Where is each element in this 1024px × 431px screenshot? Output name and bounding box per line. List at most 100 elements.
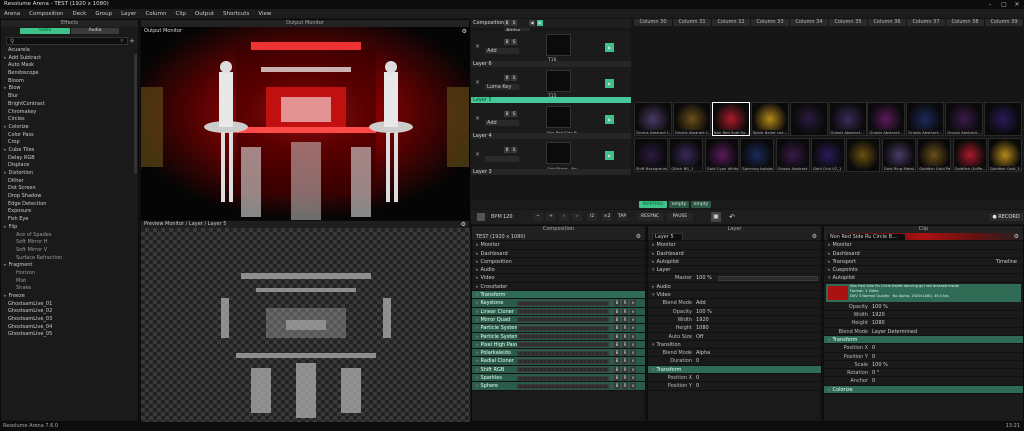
effect-shift-rgb[interactable]: ▸ Shift RGB B R × — [472, 365, 645, 375]
effect-item[interactable]: Circles — [1, 116, 138, 124]
close-icon[interactable]: × — [475, 115, 480, 122]
clip-thumbnail[interactable]: Goldfish GldPe... — [952, 138, 987, 172]
property-value[interactable]: 0 — [696, 358, 699, 364]
property-value[interactable]: 1080 — [696, 325, 709, 331]
clip-thumbnail[interactable]: Goldfish Gold Pe... — [917, 138, 952, 172]
add-icon[interactable]: + — [129, 37, 135, 45]
section-colorize[interactable]: ▸ Colorize — [824, 385, 1023, 395]
layer-thumbnail[interactable] — [546, 142, 571, 164]
effect-pixel-high-pass[interactable]: ▸ Pixel High Pass B R × — [472, 340, 645, 350]
layer-play-button[interactable]: ▶ — [605, 151, 614, 160]
comp-bypass-button[interactable]: B — [504, 20, 510, 26]
property-rotation[interactable]: Rotation 0 ° — [824, 369, 1023, 378]
clip-thumbnail[interactable]: Non Red Side Ru... — [711, 102, 750, 136]
effect-mirror-quad[interactable]: ▸ Mirror Quad B R × — [472, 315, 645, 325]
property-value[interactable]: 0 — [872, 345, 875, 351]
clip-thumbnail[interactable] — [846, 138, 881, 172]
expand-arrow-icon[interactable]: ▸ — [4, 170, 7, 176]
effect-linear-cloner[interactable]: ▸ Linear Cloner B R × — [472, 307, 645, 316]
column-header[interactable]: Column 33 — [751, 19, 790, 26]
reset-icon[interactable]: R — [622, 325, 628, 332]
menu-layer[interactable]: Layer — [121, 11, 136, 17]
column-header[interactable]: Column 36 — [868, 19, 907, 26]
tab-video[interactable]: Video — [20, 28, 70, 34]
section-dashboard[interactable]: ▸ Dashboard — [472, 250, 645, 258]
menu-deck[interactable]: Deck — [73, 11, 87, 17]
bypass-icon[interactable]: B — [614, 316, 620, 323]
close-icon[interactable]: × — [630, 350, 636, 357]
transport-2-button[interactable]: /2 — [587, 213, 597, 221]
section-audio[interactable]: ▸ Audio — [472, 266, 645, 275]
effect-item[interactable]: ▸ Flip — [1, 224, 138, 232]
layer-bypass-button[interactable]: B — [504, 147, 510, 153]
effect-slider[interactable] — [517, 383, 609, 389]
menu-composition[interactable]: Composition — [29, 11, 63, 17]
close-icon[interactable]: × — [630, 333, 636, 340]
sync-icon[interactable]: ▣ — [711, 212, 721, 222]
section-transform[interactable]: ▾ Transform — [648, 365, 821, 375]
effect-particle-system[interactable]: ▸ Particle System B R × — [472, 324, 645, 333]
effect-item[interactable]: Displace — [1, 162, 138, 170]
clip-thumbnail[interactable]: Gnosis Abstract L... — [775, 138, 810, 172]
property-value[interactable]: 0 — [696, 383, 699, 389]
minimize-icon[interactable]: – — [984, 0, 996, 9]
column-header[interactable]: Column 37 — [907, 19, 946, 26]
menu-output[interactable]: Output — [195, 11, 214, 17]
property-value[interactable]: Layer Determined — [872, 329, 917, 335]
effect-item[interactable]: Mist — [1, 278, 138, 286]
property-value[interactable]: 1080 — [872, 320, 885, 326]
effect-item[interactable]: Exposure — [1, 208, 138, 216]
reset-icon[interactable]: R — [622, 358, 628, 365]
property-value[interactable]: 0 ° — [872, 370, 879, 376]
effect-item[interactable]: Chromakey — [1, 109, 138, 117]
clip-thumbnail[interactable] — [984, 102, 1023, 136]
effect-item[interactable]: ▸ Colorize — [1, 124, 138, 132]
effect-slider[interactable] — [517, 367, 609, 373]
effect-item[interactable]: ▸ Freeze — [1, 293, 138, 301]
expand-arrow-icon[interactable]: ▸ — [4, 293, 7, 299]
column-header[interactable]: Column 35 — [829, 19, 868, 26]
transport-mode-select[interactable]: Timeline — [996, 258, 1017, 265]
close-icon[interactable]: × — [630, 308, 636, 315]
menu-column[interactable]: Column — [145, 11, 166, 17]
property-duration[interactable]: Duration 0 — [648, 357, 821, 366]
effect-item[interactable]: GhostsamLive_03 — [1, 316, 138, 324]
section-transport[interactable]: ▸ Transport Timeline — [824, 258, 1023, 267]
layer-solo-button[interactable]: S — [511, 75, 517, 81]
bypass-icon[interactable]: B — [614, 358, 620, 365]
close-icon[interactable]: × — [630, 316, 636, 323]
gear-icon[interactable]: ⚙ — [461, 221, 466, 228]
property-value[interactable]: Add — [696, 300, 706, 306]
deck-tab-empty-2[interactable]: empty — [691, 201, 711, 208]
clip-thumbnail[interactable]: Gnosis Abstract L... — [672, 102, 711, 136]
close-icon[interactable]: × — [630, 300, 636, 307]
section-autopilot[interactable]: ▾ Autopilot — [824, 274, 1023, 283]
layer-bypass-button[interactable]: B — [504, 75, 510, 81]
section-transform[interactable]: ▾ Transform — [472, 291, 645, 300]
undo-icon[interactable]: ↶ — [727, 212, 737, 222]
effect-slider[interactable] — [517, 300, 609, 306]
effect-item[interactable]: ▸ Blow — [1, 85, 138, 93]
expand-arrow-icon[interactable]: ▸ — [4, 147, 7, 153]
property-value[interactable]: 1920 — [872, 312, 885, 318]
layer-bypass-button[interactable]: B — [504, 111, 510, 117]
effect-item[interactable]: Drop Shadow — [1, 193, 138, 201]
clip-thumbnail[interactable]: Spark Ballet Lee... — [750, 102, 789, 136]
gear-icon[interactable]: ⚙ — [812, 233, 817, 240]
property-scale[interactable]: Scale 100 % — [824, 361, 1023, 370]
close-icon[interactable]: × — [630, 383, 636, 390]
property-anchor[interactable]: Anchor 0 — [824, 377, 1023, 386]
effect-item[interactable]: Bloom — [1, 78, 138, 86]
bypass-icon[interactable]: B — [614, 341, 620, 348]
bypass-icon[interactable]: B — [614, 366, 620, 373]
clip-thumbnail[interactable]: Gold Grid V2_1 — [811, 138, 845, 172]
column-header[interactable]: Column 31 — [673, 19, 712, 26]
metronome-icon[interactable] — [477, 213, 485, 221]
column-header[interactable]: Column 32 — [712, 19, 751, 26]
section-autopilot[interactable]: ▸ Autopilot — [648, 258, 821, 267]
effect-item[interactable]: ▸ Distortion — [1, 170, 138, 178]
menu-shortcuts[interactable]: Shortcuts — [223, 11, 249, 17]
close-icon[interactable]: × — [475, 151, 480, 158]
bypass-icon[interactable]: B — [614, 375, 620, 382]
maximize-icon[interactable]: □ — [998, 0, 1010, 9]
